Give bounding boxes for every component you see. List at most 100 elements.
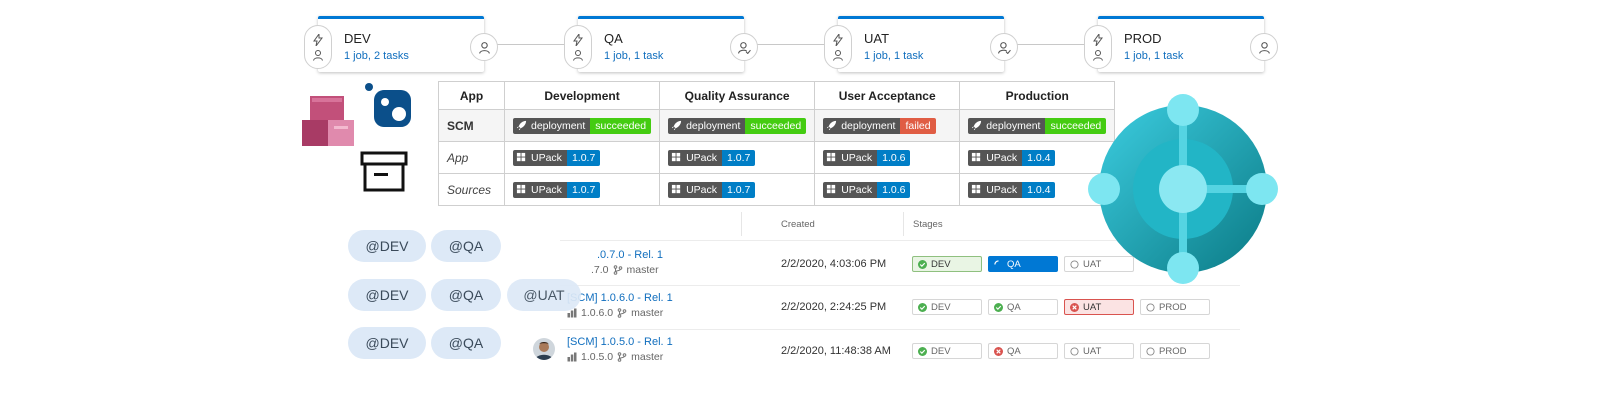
trigger-icon [1093,33,1103,46]
post-deployment-approver-button[interactable] [1250,33,1278,61]
package-icon [972,184,981,194]
stage-chip[interactable]: @UAT [507,279,581,311]
badge-label: deployment [531,119,586,132]
stage-chip[interactable]: @DEV [348,230,426,262]
person-icon [1258,41,1270,54]
stage-card-qa[interactable]: QA 1 job, 1 task [564,16,758,72]
env-status-pill[interactable]: UAT [1064,343,1134,359]
stage-chip[interactable]: @QA [431,230,501,262]
env-status-pill[interactable]: PROD [1140,343,1210,359]
stage-trigger-badge[interactable] [1084,25,1112,69]
upack-badge[interactable]: UPack 1.0.7 [513,181,601,198]
env-status-pill[interactable]: UAT [1064,299,1134,315]
upack-badge[interactable]: UPack 1.0.6 [823,149,911,166]
check-circle-icon [994,302,1003,312]
upack-badge[interactable]: UPack 1.0.6 [823,181,911,198]
env-name: DEV [931,301,951,313]
check-circle-icon [918,346,927,356]
stage-name: QA [604,31,623,46]
rocket-icon [516,120,527,131]
release-meta: .7.0 master [591,264,659,276]
env-status-pill[interactable]: DEV [912,299,982,315]
column-divider [741,212,742,236]
stage-trigger-badge[interactable] [824,25,852,69]
stage-chip[interactable]: @QA [431,327,501,359]
badge-value: succeeded [745,117,807,134]
stage-trigger-badge[interactable] [304,25,332,69]
release-link[interactable]: [SCM] 1.0.6.0 - Rel. 1 [567,292,673,304]
stage-summary[interactable]: 1 job, 2 tasks [344,50,409,62]
env-status-pill[interactable]: QA [988,343,1058,359]
env-status-pill[interactable]: DEV [912,343,982,359]
avatar[interactable] [533,338,555,360]
trigger-icon [573,33,583,46]
release-branch: master [626,264,659,276]
deployment-badge[interactable]: deployment succeeded [513,117,652,134]
env-status-pill[interactable]: QA [988,256,1058,272]
badge-label: deployment [841,119,896,132]
upack-badge[interactable]: UPack 1.0.7 [668,149,756,166]
upack-badge[interactable]: UPack 1.0.7 [513,149,601,166]
env-status-pill[interactable]: QA [988,299,1058,315]
table-cell: UPack 1.0.7 [503,173,661,206]
post-deployment-approver-button[interactable] [730,33,758,61]
row-label: App [438,141,505,174]
badge-label: UPack [986,183,1018,196]
column-divider [903,212,904,236]
stage-summary[interactable]: 1 job, 1 task [604,50,663,62]
env-status-pill[interactable]: DEV [912,256,982,272]
stage-card-uat[interactable]: UAT 1 job, 1 task [824,16,1018,72]
business-central-logo-icon [1088,94,1278,284]
stage-trigger-badge[interactable] [564,25,592,69]
table-cell: deployment succeeded [659,109,816,142]
deployment-badge[interactable]: deployment succeeded [668,117,807,134]
stage-summary[interactable]: 1 job, 1 task [864,50,923,62]
error-circle-icon [994,346,1003,356]
person-check-icon [997,41,1011,54]
column-header: User Acceptance [814,81,961,110]
env-name: DEV [931,258,951,270]
person-icon [833,49,843,61]
badge-value: 1.0.7 [566,181,601,198]
post-deployment-approver-button[interactable] [470,33,498,61]
badge-value: 1.0.4 [1022,149,1056,166]
release-link[interactable]: .0.7.0 - Rel. 1 [597,249,663,261]
branch-icon [617,352,627,362]
stage-summary[interactable]: 1 job, 1 task [1124,50,1183,62]
stage-card-dev[interactable]: DEV 1 job, 2 tasks [304,16,498,72]
pending-circle-icon [1146,302,1155,312]
package-icon [516,152,526,162]
person-check-icon [737,41,751,54]
upack-badge[interactable]: UPack 1.0.4 [968,149,1056,166]
user-avatar-icon [533,338,555,360]
post-deployment-approver-button[interactable] [990,33,1018,61]
badge-value: 1.0.7 [566,149,601,166]
upack-badge[interactable]: UPack 1.0.4 [968,181,1056,198]
badge-value: 1.0.6 [877,181,911,198]
deployment-badge[interactable]: deployment failed [823,117,936,134]
column-header: Quality Assurance [659,81,816,110]
artifacts-boxes-icon [302,96,354,146]
trigger-icon [313,33,323,46]
release-link[interactable]: [SCM] 1.0.5.0 - Rel. 1 [567,336,673,348]
env-status-pill[interactable]: PROD [1140,299,1210,315]
row-label: SCM [438,109,505,142]
stage-name: DEV [344,31,371,46]
created-column-header[interactable]: Created [781,219,815,230]
column-header: Development [503,81,661,110]
stage-chip[interactable]: @DEV [348,279,426,311]
stage-name: UAT [864,31,890,46]
package-icon [672,152,681,162]
release-meta: 1.0.6.0 master [567,307,663,319]
stage-chip[interactable]: @QA [431,279,501,311]
env-name: PROD [1159,301,1187,313]
stages-column-header[interactable]: Stages [913,219,943,230]
pending-circle-icon [1070,259,1079,269]
stage-chip[interactable]: @DEV [348,327,426,359]
stage-card-prod[interactable]: PROD 1 job, 1 task [1084,16,1278,72]
badge-label: deployment [686,119,741,132]
badge-value: failed [900,117,936,134]
release-created: 2/2/2020, 4:03:06 PM [781,258,887,270]
upack-badge[interactable]: UPack 1.0.7 [668,181,756,198]
badge-value: succeeded [590,117,652,134]
